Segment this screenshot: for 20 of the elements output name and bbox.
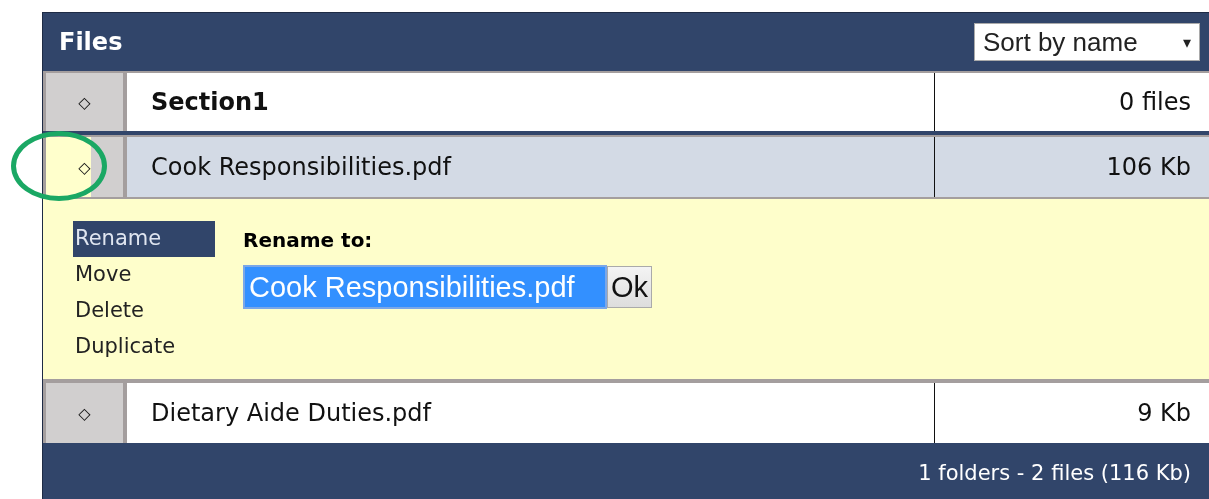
action-item[interactable]: Move [73,257,215,293]
file-size: 0 files [1118,87,1192,118]
summary-text: 1 folders - 2 files (116 Kb) [918,461,1191,485]
ok-button[interactable]: Ok [607,266,653,308]
file-name: Section1 [127,73,935,131]
panel-title: Files [59,28,123,56]
action-item[interactable]: Delete [73,293,215,329]
file-row[interactable]: ◇ Section1 0 files [43,71,1209,135]
sort-dropdown[interactable]: Sort by name ▾ [974,23,1200,61]
rename-label: Rename to: [243,227,374,254]
row-handle[interactable]: ◇ [43,73,123,131]
file-size: 9 Kb [1136,398,1192,429]
row-handle[interactable]: ◇ [43,383,123,443]
file-row[interactable]: ◇ Dietary Aide Duties.pdf 9 Kb [43,381,1209,443]
file-size: 106 Kb [1105,152,1192,183]
action-item[interactable]: Duplicate [73,329,215,365]
action-item[interactable]: Rename [73,221,215,257]
file-name: Cook Responsibilities.pdf [127,137,935,197]
file-row[interactable]: ◇ Cook Responsibilities.pdf 106 Kb [43,135,1209,199]
row-handle[interactable]: ◇ [43,137,123,197]
